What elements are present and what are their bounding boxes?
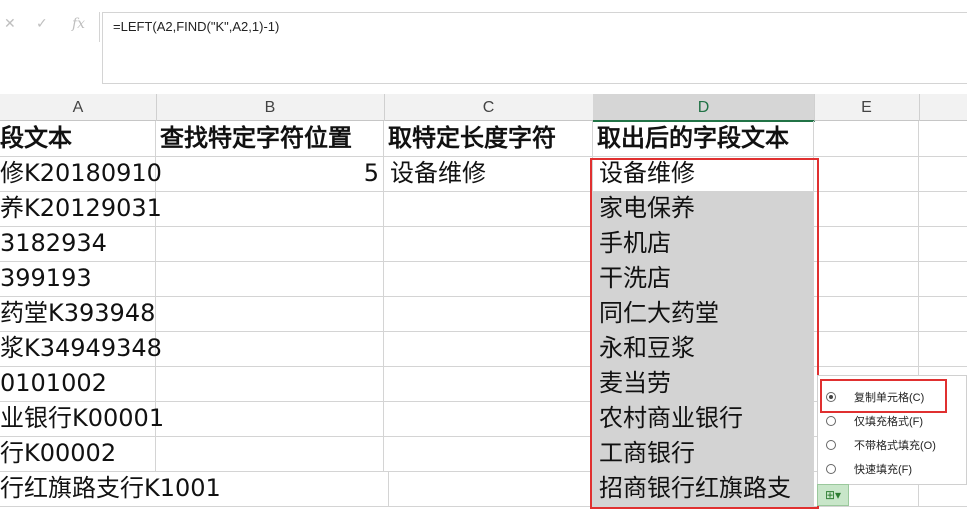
paste-options-icon[interactable]: ⊞▾ (817, 484, 849, 506)
column-header-e[interactable]: E (814, 94, 920, 121)
cell-e[interactable] (814, 261, 919, 296)
cell-e[interactable] (814, 191, 919, 226)
table-row: 修K20180910 5 设备维修 设备维修 (0, 156, 967, 192)
cell-c1[interactable]: 取特定长度字符 (384, 121, 593, 156)
cell-b[interactable] (156, 191, 384, 226)
cell-b[interactable] (156, 296, 384, 331)
cell-b[interactable] (156, 226, 384, 261)
cell-b1[interactable]: 查找特定字符位置 (156, 121, 384, 156)
cell-b[interactable] (156, 401, 384, 436)
cell-c[interactable]: 设备维修 (384, 156, 593, 191)
cell-c[interactable] (384, 331, 593, 366)
cell-e[interactable] (814, 331, 919, 366)
table-row-header: 段文本 查找特定字符位置 取特定长度字符 取出后的字段文本 (0, 121, 967, 157)
cell-d1[interactable]: 取出后的字段文本 (593, 121, 814, 156)
cell-f[interactable] (919, 191, 967, 226)
cell-a[interactable]: 药堂K393948 (0, 296, 156, 331)
menu-item-label: 不带格式填充(O) (854, 440, 936, 452)
cell-b[interactable] (156, 261, 384, 296)
cell-b[interactable] (156, 331, 384, 366)
cell-f[interactable] (919, 226, 967, 261)
cell-e1[interactable] (814, 121, 919, 156)
column-header-bar: A B C D E (0, 94, 967, 122)
menu-item-label: 仅填充格式(F) (854, 416, 924, 428)
cell-f[interactable] (919, 296, 967, 331)
table-row: 养K20129031 家电保养 (0, 191, 967, 227)
radio-icon[interactable] (826, 416, 836, 426)
cell-f[interactable] (919, 261, 967, 296)
cell-a[interactable]: 业银行K00001 (0, 401, 164, 436)
cell-a[interactable]: 浆K34949348 (0, 331, 162, 366)
cell-b[interactable] (156, 366, 384, 401)
table-row: 药堂K393948 同仁大药堂 (0, 296, 967, 332)
column-header-c[interactable]: C (384, 94, 594, 121)
table-row: 399193 干洗店 (0, 261, 967, 297)
column-header-f[interactable] (919, 94, 967, 121)
cell-b[interactable] (156, 436, 384, 471)
cancel-icon[interactable]: ✕ (4, 16, 16, 32)
radio-icon[interactable] (826, 464, 836, 474)
menu-item-flash-fill[interactable]: 快速填充(F) (818, 458, 967, 482)
cell-a1[interactable]: 段文本 (0, 121, 156, 156)
cell-c[interactable] (384, 226, 593, 261)
cell-f[interactable] (919, 331, 967, 366)
cell-a[interactable]: 行红旗路支行K1001 (0, 471, 221, 506)
menu-item-fill-formatting-only[interactable]: 仅填充格式(F) (818, 410, 967, 434)
cell-b[interactable]: 5 (156, 156, 384, 191)
cell-a[interactable]: 399193 (0, 261, 156, 296)
menu-item-highlight (820, 379, 947, 413)
column-header-d[interactable]: D (593, 94, 815, 122)
cell-a[interactable]: 0101002 (0, 366, 156, 401)
cell-e[interactable] (814, 226, 919, 261)
menu-item-fill-without-formatting[interactable]: 不带格式填充(O) (818, 434, 967, 458)
insert-function-icon[interactable]: fx (72, 16, 85, 32)
formula-input[interactable]: =LEFT(A2,FIND("K",A2,1)-1) (102, 12, 967, 84)
cell-e[interactable] (814, 296, 919, 331)
table-row: 浆K34949348 永和豆浆 (0, 331, 967, 367)
cell-a[interactable]: 修K20180910 (0, 156, 162, 191)
table-row: 3182934 手机店 (0, 226, 967, 262)
cell-f1[interactable] (919, 121, 967, 156)
cell-a[interactable]: 行K00002 (0, 436, 156, 471)
column-header-b[interactable]: B (156, 94, 385, 121)
formula-text: =LEFT(A2,FIND("K",A2,1)-1) (113, 19, 280, 34)
column-header-a[interactable]: A (0, 94, 157, 121)
selection-highlight (590, 158, 819, 509)
cell-c[interactable] (384, 296, 593, 331)
cell-c[interactable] (384, 261, 593, 296)
cell-f[interactable] (919, 156, 967, 191)
menu-item-label: 快速填充(F) (854, 464, 913, 476)
cell-c[interactable] (384, 436, 593, 471)
cell-a[interactable]: 养K20129031 (0, 191, 162, 226)
cell-c[interactable] (384, 366, 593, 401)
formula-bar-buttons: ✕ ✓ fx (0, 12, 100, 42)
radio-icon[interactable] (826, 440, 836, 450)
cell-c[interactable] (384, 471, 593, 506)
cell-c[interactable] (384, 401, 593, 436)
cell-e[interactable] (814, 156, 919, 191)
cell-a[interactable]: 3182934 (0, 226, 156, 261)
check-icon[interactable]: ✓ (36, 16, 48, 32)
formula-area: ✕ ✓ fx =LEFT(A2,FIND("K",A2,1)-1) (0, 0, 967, 94)
cell-c[interactable] (384, 191, 593, 226)
